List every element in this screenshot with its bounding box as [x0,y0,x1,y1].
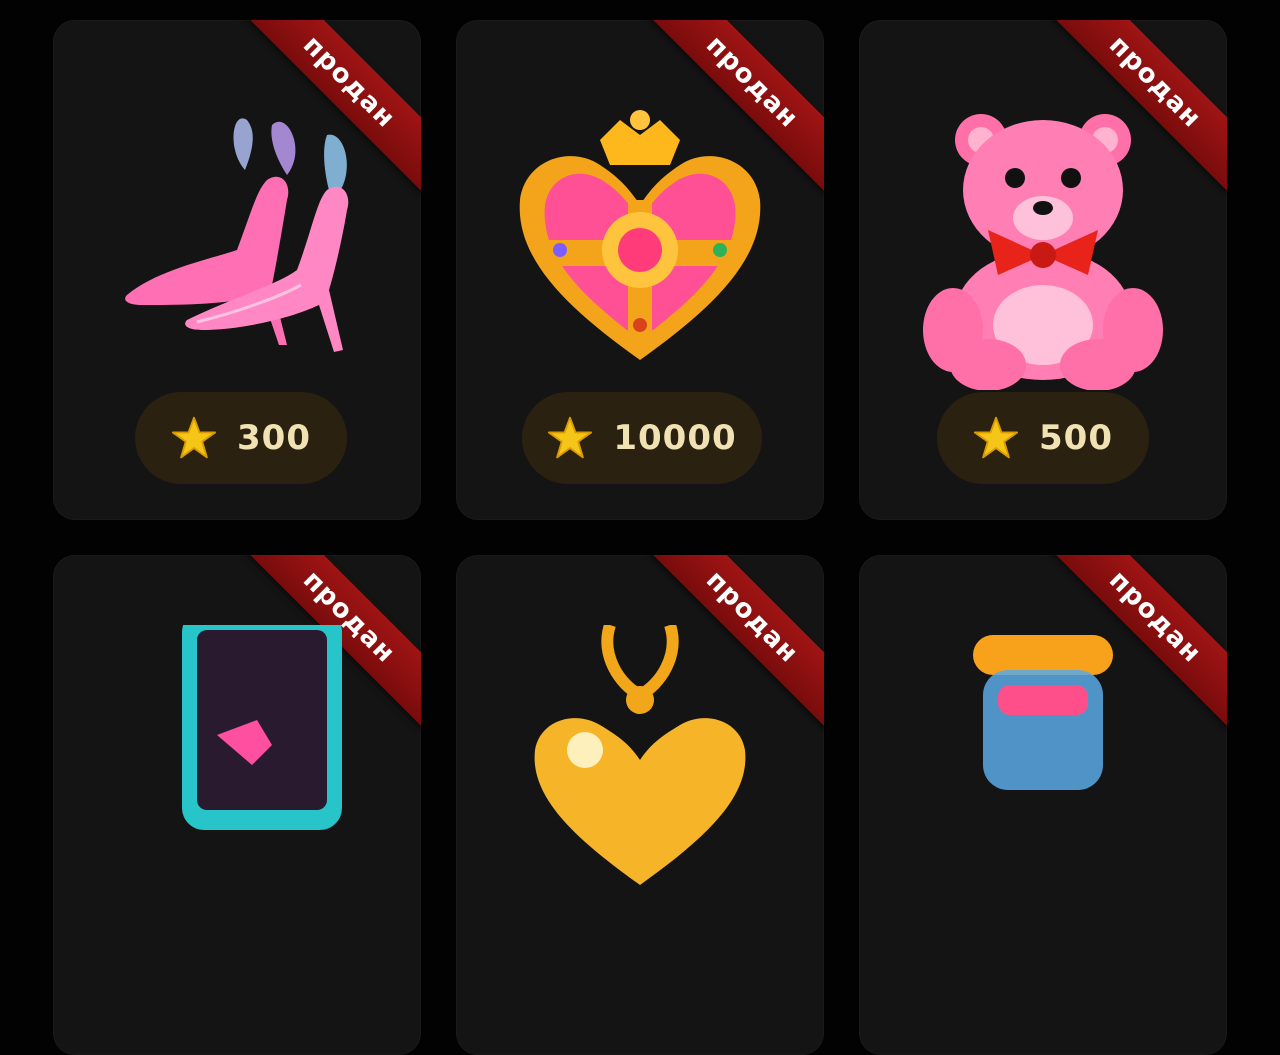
gift-card-teddy-bear[interactable]: продан 500 [859,20,1227,520]
price-value: 300 [237,418,311,458]
jar-icon [973,635,1113,790]
gift-card-phone[interactable]: продан [53,555,421,1055]
gift-card-shoes[interactable]: продан 300 [53,20,421,520]
star-icon [548,416,593,459]
heart-pendant-icon [534,625,746,885]
star-icon [973,416,1019,459]
teddy-bear-icon [923,114,1163,390]
heart-locket-icon [519,110,761,360]
price-value: 10000 [613,418,737,458]
shoes-icon [125,118,349,352]
gift-card-jar[interactable]: продан [859,555,1227,1055]
price-pill: 10000 [522,392,762,484]
price-value: 500 [1039,418,1113,458]
star-icon [171,416,217,459]
phone-icon [182,625,342,830]
price-pill: 300 [135,392,347,484]
gift-card-heart-pendant[interactable]: продан [456,555,824,1055]
price-pill: 500 [937,392,1149,484]
gift-card-heart-locket[interactable]: продан 10000 [456,20,824,520]
